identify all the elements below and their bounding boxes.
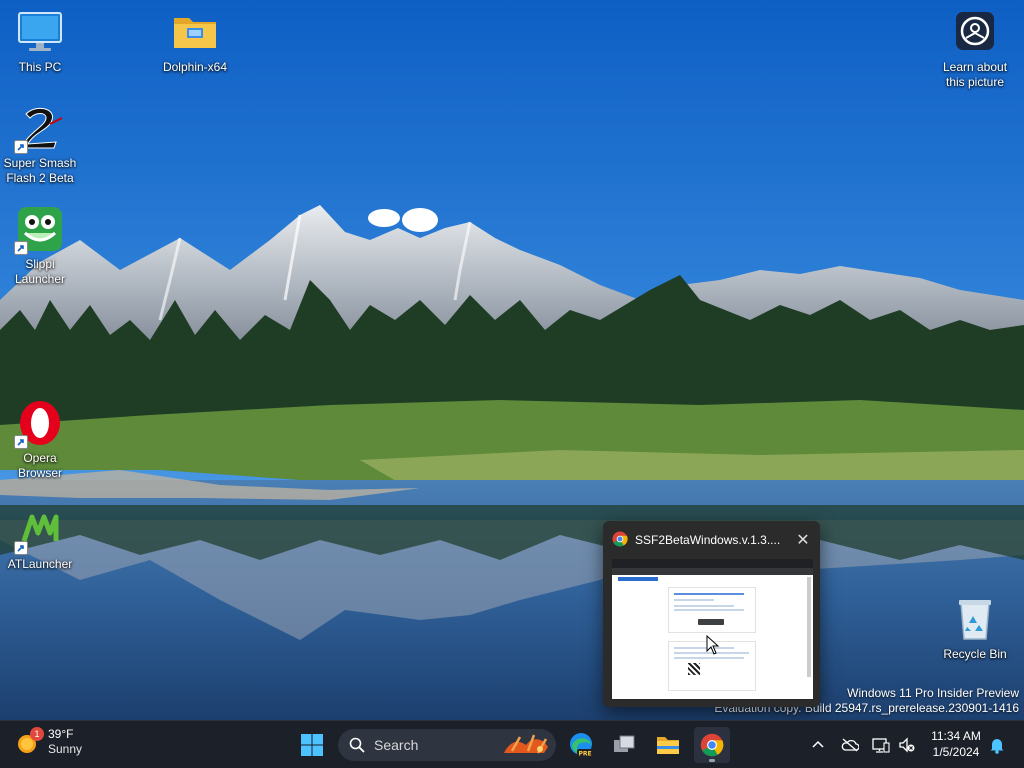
file-explorer-icon — [657, 737, 679, 754]
desktop-icon-dolphin[interactable]: Dolphin-x64 — [155, 8, 235, 75]
opera-icon — [14, 399, 64, 449]
desktop-icon-atlauncher[interactable]: ATLauncher — [0, 505, 80, 572]
desktop-icon-opera[interactable]: Opera Browser — [0, 399, 80, 481]
desktop-icon-slippi[interactable]: Slippi Launcher — [0, 205, 80, 287]
desktop-icon-this-pc[interactable]: This PC — [0, 8, 80, 75]
recycle-bin-icon — [951, 595, 999, 643]
weather-temperature: 39°F — [48, 727, 74, 741]
notifications-button[interactable] — [986, 721, 1008, 768]
weather-widget[interactable]: 1 39°F Sunny — [16, 727, 82, 757]
svg-text:PRE: PRE — [578, 751, 591, 758]
search-placeholder: Search — [374, 737, 419, 753]
desktop-icon-label: Slippi Launcher — [14, 257, 66, 286]
search-icon — [349, 737, 365, 753]
task-view-icon — [614, 735, 635, 752]
weather-badge: 1 — [30, 727, 44, 741]
active-window-indicator — [709, 759, 715, 762]
ssf2-icon — [14, 104, 64, 154]
taskbar-file-explorer[interactable] — [650, 727, 686, 763]
edge-pre-icon: PRE — [570, 733, 593, 758]
shortcut-arrow-icon — [14, 241, 28, 255]
volume-status[interactable] — [896, 721, 918, 768]
desktop-icon-learn-about-picture[interactable]: Learn about this picture — [935, 8, 1015, 90]
desktop-wallpaper — [0, 0, 1024, 720]
desktop-icon-recycle-bin[interactable]: Recycle Bin — [935, 595, 1015, 662]
slippi-frog-icon — [14, 205, 64, 255]
system-clock[interactable]: 11:34 AM 1/5/2024 — [922, 728, 990, 760]
monitor-icon — [16, 8, 64, 56]
atlauncher-icon — [14, 505, 64, 555]
desktop-icon-label: Learn about this picture — [942, 60, 1008, 89]
camera-spotlight-icon — [951, 8, 999, 56]
desktop-icon-label: Recycle Bin — [943, 647, 1007, 661]
taskbar-task-view[interactable] — [606, 727, 642, 763]
onedrive-status[interactable] — [838, 721, 862, 768]
shortcut-arrow-icon — [14, 435, 28, 449]
mouse-cursor-icon — [706, 635, 720, 655]
clock-date: 1/5/2024 — [932, 745, 980, 759]
volume-muted-icon — [899, 737, 915, 753]
desktop-icon-label: Dolphin-x64 — [162, 60, 228, 74]
folder-icon — [171, 8, 219, 56]
shortcut-arrow-icon — [14, 140, 28, 154]
desktop-icon-label: Super Smash Flash 2 Beta — [3, 156, 77, 185]
preview-thumbnail — [612, 559, 813, 699]
chrome-icon — [700, 733, 724, 757]
windows-start-icon — [301, 734, 323, 756]
weather-sun-icon: 1 — [16, 727, 44, 755]
desktop-icon-label: This PC — [18, 60, 62, 74]
taskbar-chrome[interactable] — [694, 727, 730, 763]
desktop-icon-label: ATLauncher — [7, 557, 73, 571]
chrome-icon — [612, 531, 628, 550]
show-hidden-icons-button[interactable] — [806, 721, 830, 768]
network-icon — [872, 738, 890, 753]
onedrive-offline-icon — [841, 738, 859, 752]
search-highlight-art-icon — [504, 734, 548, 754]
taskbar-edge-pre[interactable]: PRE — [563, 727, 599, 763]
taskbar-search-box[interactable]: Search — [338, 729, 556, 761]
desktop-icon-label: Opera Browser — [17, 451, 62, 480]
chevron-up-icon — [812, 740, 824, 748]
start-button[interactable] — [294, 727, 330, 763]
network-status[interactable] — [870, 721, 892, 768]
notifications-bell-icon — [990, 739, 1004, 754]
weather-condition: Sunny — [48, 742, 83, 756]
taskbar: 1 39°F Sunny Search PRE 11:34 AM 1/5/202… — [0, 720, 1024, 768]
clock-time: 11:34 AM — [931, 729, 981, 743]
shortcut-arrow-icon — [14, 541, 28, 555]
desktop-icon-ssf2[interactable]: Super Smash Flash 2 Beta — [0, 104, 80, 186]
chrome-window-preview[interactable]: SSF2BetaWindows.v.1.3.... ✕ — [603, 521, 820, 707]
preview-window-title: SSF2BetaWindows.v.1.3.... — [635, 533, 781, 547]
close-icon[interactable]: ✕ — [792, 530, 814, 550]
